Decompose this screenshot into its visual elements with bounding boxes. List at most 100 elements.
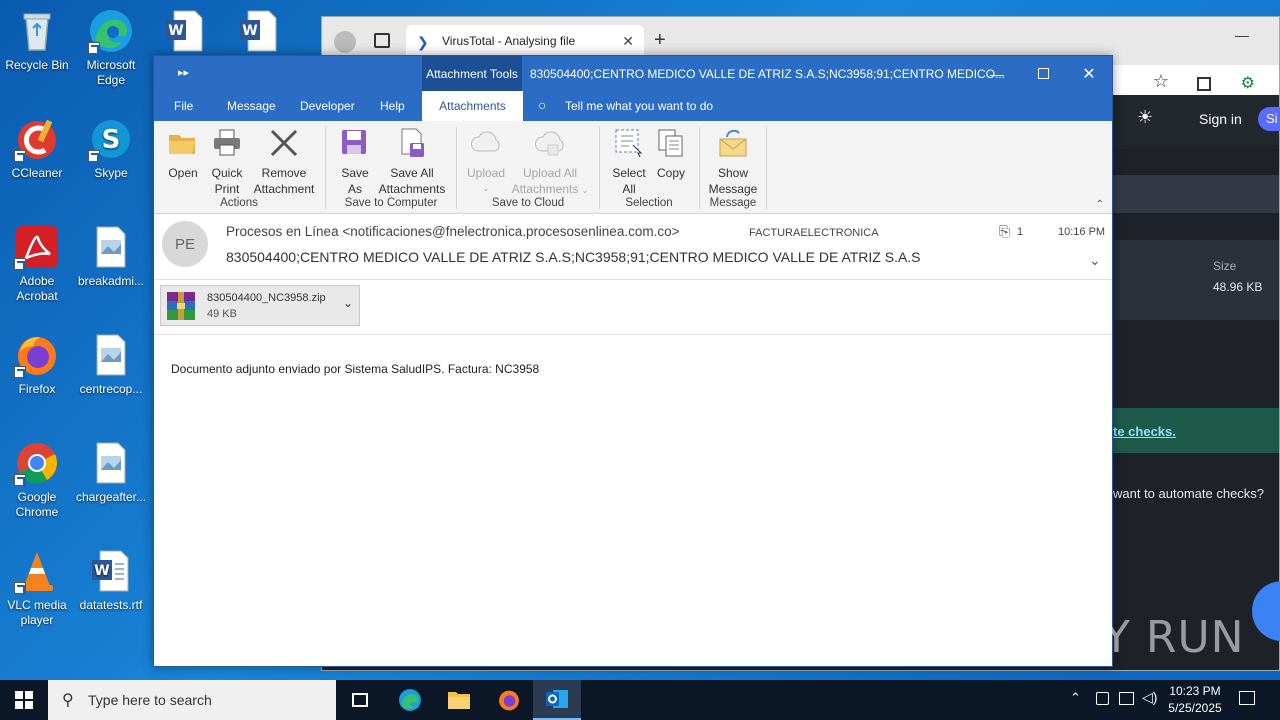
svg-text:W: W (242, 23, 257, 39)
taskbar-outlook[interactable] (533, 680, 581, 720)
notification-center-icon[interactable] (1239, 691, 1255, 705)
taskbar-search-box[interactable]: ⚲ Type here to search (48, 680, 336, 720)
edge-icon (399, 689, 421, 711)
select-all-icon (613, 127, 645, 159)
show-message-button[interactable]: Show Message (706, 127, 760, 197)
taskbar-edge[interactable] (390, 680, 430, 720)
desktop-icon-edge[interactable]: Microsoft Edge (74, 8, 148, 88)
remove-attachment-button[interactable]: Remove Attachment (251, 127, 317, 197)
minimize-button[interactable]: — (974, 56, 1020, 91)
open-button[interactable]: Open (164, 127, 202, 181)
printer-icon (211, 127, 243, 159)
quick-access-icon[interactable]: ▸▸ (178, 66, 189, 79)
network-status-icon[interactable] (1096, 692, 1109, 705)
group-separator (699, 127, 700, 209)
browser-tab-virustotal[interactable]: ❯ VirusTotal - Analysing file ✕ (406, 25, 644, 59)
quick-print-button[interactable]: Quick Print (208, 127, 246, 197)
outlook-titlebar: ▸▸ Attachment Tools 830504400;CENTRO MED… (154, 56, 1112, 91)
cloud-upload-all-icon (534, 127, 566, 159)
automate-link[interactable]: te checks. (1113, 424, 1176, 439)
desktop-icon-chargeafter[interactable]: chargeafter... (74, 440, 148, 505)
minimize-icon[interactable]: — (1235, 27, 1249, 43)
maximize-button[interactable] (1020, 56, 1066, 91)
desktop-icon-acrobat[interactable]: Adobe Acrobat (0, 224, 74, 304)
tab-message[interactable]: Message (227, 91, 276, 121)
desktop-icon-label: datatests.rtf (79, 598, 143, 612)
paperclip-icon: ⎘ (999, 223, 1011, 239)
upload-button[interactable]: Upload ⌄ (464, 127, 508, 197)
shortcut-arrow-icon (88, 42, 100, 54)
sign-up-button[interactable]: Si (1258, 107, 1280, 131)
edge-icon (88, 8, 134, 54)
ribbon-tabs: File Message Developer Help Attachments … (154, 91, 1112, 121)
desktop-icon-centrecop[interactable]: centrecop... (74, 332, 148, 397)
svg-text:S: S (102, 125, 121, 155)
shortcut-arrow-icon (14, 150, 26, 162)
attachment-item[interactable]: 830504400_NC3958.zip 49 KB ⌄ (160, 285, 360, 326)
group-separator (325, 127, 326, 209)
copy-icon (655, 127, 687, 159)
taskbar-file-explorer[interactable] (439, 680, 479, 720)
clock-time: 10:23 PM (1169, 684, 1221, 698)
attachment-dropdown-icon[interactable]: ⌄ (343, 296, 353, 310)
shortcut-arrow-icon (88, 150, 100, 162)
volume-icon[interactable]: ◁) (1142, 689, 1157, 706)
save-all-label-2: Attachments (378, 182, 446, 196)
remove-label: Remove (261, 166, 307, 180)
chrome-icon (14, 440, 60, 486)
desktop-icon-vlc[interactable]: VLC media player (0, 548, 74, 628)
new-tab-button[interactable]: + (654, 29, 666, 52)
tell-me-search[interactable]: Tell me what you want to do (565, 91, 713, 121)
tray-overflow-icon[interactable]: ⌃ (1070, 690, 1081, 706)
copy-button[interactable]: Copy (653, 127, 689, 181)
chat-widget-button[interactable] (1252, 581, 1280, 641)
theme-toggle-icon[interactable]: ☀ (1137, 107, 1153, 128)
select-all-label-2: All (622, 182, 636, 196)
expand-header-icon[interactable]: ⌄ (1089, 252, 1101, 269)
desktop-icon-datatests[interactable]: W datatests.rtf (74, 548, 148, 613)
windows-logo-icon (15, 691, 33, 709)
favorites-star-icon[interactable]: ☆ (1153, 71, 1169, 92)
select-all-button[interactable]: Select All (609, 127, 649, 197)
desktop-icon-recycle-bin[interactable]: Recycle Bin (0, 8, 74, 73)
group-message-label: Message (709, 197, 757, 209)
save-as-button[interactable]: Save As (337, 127, 373, 197)
save-as-label-2: As (347, 182, 362, 196)
upload-all-button[interactable]: Upload All Attachments ⌄ (509, 127, 591, 199)
tab-close-icon[interactable]: ✕ (622, 33, 634, 50)
start-button[interactable] (0, 680, 48, 720)
desktop-icon-firefox[interactable]: Firefox (0, 332, 74, 397)
extensions-icon[interactable]: ⚙ (1241, 73, 1255, 93)
word-document-icon[interactable]: W (162, 8, 208, 54)
tab-help[interactable]: Help (380, 91, 405, 121)
sender-avatar: PE (162, 221, 208, 267)
tab-developer[interactable]: Developer (300, 91, 355, 121)
quick-print-label: Quick (211, 166, 243, 180)
collapse-ribbon-icon[interactable]: ⌃ (1096, 199, 1104, 210)
attachment-row: 830504400_NC3958.zip 49 KB ⌄ (154, 281, 1112, 335)
open-label: Open (168, 166, 198, 180)
desktop-icon-label: VLC media player (7, 598, 67, 627)
task-view-button[interactable] (340, 680, 380, 720)
sender-address[interactable]: Procesos en Línea <notificaciones@fnelec… (226, 224, 679, 239)
tab-file[interactable]: File (174, 91, 193, 121)
word-document-icon[interactable]: W (236, 8, 282, 54)
collections-icon[interactable] (1197, 77, 1211, 91)
group-save-computer-label: Save to Computer (344, 197, 438, 209)
clock[interactable]: 10:23 PM 5/25/2025 (1166, 683, 1224, 717)
network-icon[interactable] (1119, 692, 1134, 705)
folder-icon (448, 692, 470, 709)
save-all-attachments-button[interactable]: Save All Attachments (376, 127, 448, 197)
tab-actions-icon[interactable] (374, 33, 390, 48)
tab-attachments[interactable]: Attachments (422, 91, 523, 121)
firefox-icon (499, 690, 519, 711)
close-button[interactable]: ✕ (1066, 56, 1112, 91)
taskbar-firefox[interactable] (489, 680, 529, 720)
desktop-icon-chrome[interactable]: Google Chrome (0, 440, 74, 520)
sign-in-link[interactable]: Sign in (1199, 111, 1242, 127)
desktop-icon-breakadmi[interactable]: breakadmi... (74, 224, 148, 289)
desktop-icon-skype[interactable]: S Skype (74, 116, 148, 181)
desktop-icon-ccleaner[interactable]: CCleaner (0, 116, 74, 181)
profile-icon[interactable] (334, 31, 356, 53)
outlook-message-window[interactable]: ▸▸ Attachment Tools 830504400;CENTRO MED… (153, 55, 1113, 667)
